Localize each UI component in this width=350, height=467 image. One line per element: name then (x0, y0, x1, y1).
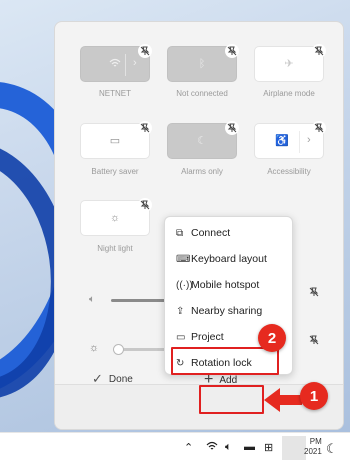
hotspot-icon: ((·)) (176, 279, 193, 291)
done-label: Done (108, 373, 133, 385)
step-1-number: 1 (309, 387, 319, 405)
menu-item-label: Project (191, 331, 224, 343)
wifi-icon (109, 58, 121, 71)
brightness-slider-thumb[interactable] (113, 344, 124, 355)
menu-item-label: Connect (191, 227, 231, 239)
unpin-icon[interactable] (138, 121, 152, 135)
unpin-icon[interactable] (312, 44, 326, 58)
wifi-tray-icon[interactable] (206, 441, 218, 454)
language-tray-icon[interactable]: ⊞ (264, 441, 273, 454)
arrow-icon (264, 388, 302, 412)
volume-slider[interactable] (111, 299, 167, 302)
menu-item-label: Mobile hotspot (191, 279, 260, 291)
volume-icon: 🔈︎ (89, 294, 95, 305)
chevron-right-icon[interactable]: › (133, 57, 137, 69)
tile-label: NETNET (99, 89, 131, 98)
check-icon: ✓ (92, 371, 103, 386)
unpin-icon[interactable] (225, 121, 239, 135)
menu-item-keyboard-layout[interactable]: ⌨ Keyboard layout (165, 246, 294, 272)
bluetooth-icon: ᛒ (198, 57, 206, 70)
unpin-icon[interactable] (307, 333, 321, 347)
done-button[interactable]: ✓ Done (92, 371, 133, 387)
nearby-sharing-icon: ⇪ (176, 305, 185, 317)
cast-icon: ⧉ (176, 227, 184, 239)
step-2-number: 2 (267, 329, 277, 347)
menu-item-mobile-hotspot[interactable]: ((·)) Mobile hotspot (165, 272, 294, 298)
moon-tray-icon[interactable]: ☾ (326, 441, 338, 457)
tile-label: Battery saver (91, 167, 139, 176)
menu-item-connect[interactable]: ⧉ Connect (165, 220, 294, 246)
tile-divider (299, 131, 300, 153)
tile-label: Accessibility (267, 167, 311, 176)
project-icon: ▭ (176, 331, 186, 343)
add-label: Add (219, 374, 238, 386)
unpin-icon[interactable] (138, 44, 152, 58)
show-hidden-icons-chevron-icon[interactable]: ⌃ (184, 441, 193, 454)
unpin-icon[interactable] (312, 121, 326, 135)
unpin-icon[interactable] (225, 44, 239, 58)
keyboard-layout-icon: ⌨ (176, 253, 191, 265)
brightness-icon: ☼ (109, 211, 121, 224)
volume-tray-icon[interactable]: 🔈︎ (225, 441, 232, 454)
taskbar-time: PM (309, 437, 322, 446)
battery-tray-icon[interactable]: ▬ (244, 441, 255, 453)
redacted-area (282, 436, 306, 460)
tile-divider (125, 54, 126, 76)
accessibility-icon: ♿ (275, 134, 289, 147)
rotation-lock-highlight (171, 347, 279, 375)
unpin-icon[interactable] (307, 285, 321, 299)
battery-saver-icon: ▭ (109, 134, 121, 147)
taskbar-clock[interactable]: PM 2021 (304, 437, 322, 457)
tile-label: Airplane mode (263, 89, 315, 98)
add-button-highlight (199, 385, 264, 414)
brightness-slider-icon: ☼ (89, 342, 100, 354)
taskbar-date: 2021 (304, 447, 322, 456)
tile-label: Not connected (176, 89, 228, 98)
menu-item-nearby-sharing[interactable]: ⇪ Nearby sharing (165, 298, 294, 324)
unpin-icon[interactable] (138, 198, 152, 212)
step-1-badge: 1 (300, 382, 328, 410)
tile-label: Alarms only (181, 167, 223, 176)
airplane-icon: ✈ (284, 57, 294, 70)
step-2-badge: 2 (258, 324, 286, 352)
menu-item-label: Nearby sharing (191, 305, 263, 317)
chevron-right-icon[interactable]: › (307, 134, 311, 146)
menu-item-label: Keyboard layout (191, 253, 267, 265)
tile-label: Night light (97, 244, 133, 253)
moon-icon: ☾ (197, 134, 207, 147)
